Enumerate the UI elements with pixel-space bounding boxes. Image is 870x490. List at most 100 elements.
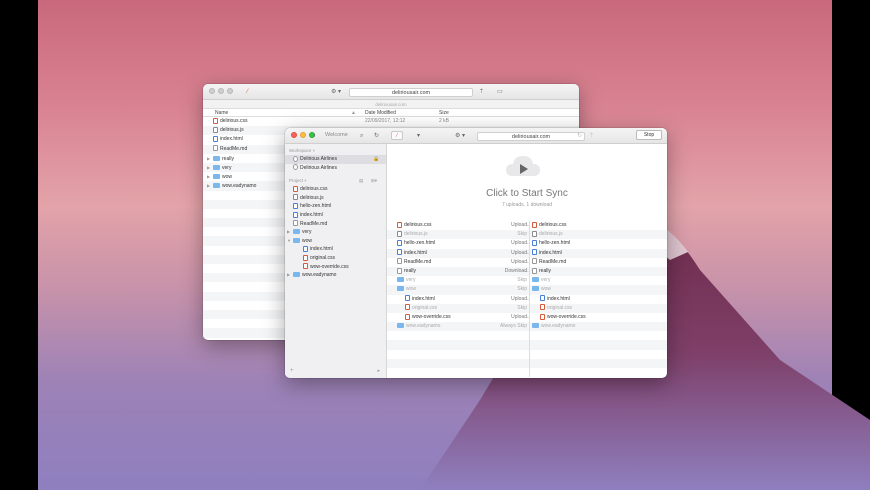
disclosure-triangle-icon[interactable]: ▶	[287, 228, 290, 237]
disclosure-triangle-icon[interactable]: ▶	[287, 271, 290, 280]
close-button[interactable]	[209, 88, 215, 94]
css-file-icon	[303, 263, 308, 270]
disclosure-triangle-icon[interactable]: ▼	[287, 237, 291, 246]
project-item[interactable]: delirious.css	[285, 185, 386, 194]
remote-file-cell: hello-zen.html	[529, 239, 570, 249]
back-window-traffic-lights	[209, 88, 233, 94]
project-item[interactable]: original.css	[285, 254, 386, 263]
search-icon[interactable]: ⌕	[360, 132, 363, 140]
front-url-field[interactable]: deliriousair.com	[477, 132, 585, 141]
project-item[interactable]: ▶ wow.eadynamo	[285, 271, 386, 280]
project-item-label: delirious.js	[300, 194, 324, 201]
reload-icon[interactable]: ↻	[577, 132, 582, 140]
stop-button[interactable]: Stop	[636, 130, 662, 140]
sync-row[interactable]: original.css Skip original.css	[387, 303, 667, 313]
sync-action[interactable]: Upload	[483, 249, 527, 258]
zoom-button[interactable]	[227, 88, 233, 94]
upload-icon[interactable]: ⇡	[589, 132, 594, 140]
screen-bezel-left	[0, 0, 38, 490]
refresh-icon[interactable]: ↻	[374, 132, 379, 140]
local-file-name: ReadMe.md	[404, 258, 432, 265]
remote-file-name: original.css	[547, 304, 573, 311]
minimize-button[interactable]	[300, 132, 306, 138]
chevron-down-icon[interactable]: ▾	[304, 178, 306, 183]
sync-row[interactable]: index.html Upload → index.html	[387, 248, 667, 258]
back-url-field[interactable]: deliriousair.com	[349, 88, 473, 97]
project-item[interactable]: delirious.js	[285, 194, 386, 203]
sync-row[interactable]: very Skip very	[387, 276, 667, 286]
folder-icon	[213, 155, 220, 161]
cloud-sync-icon[interactable]	[504, 152, 542, 182]
trash-icon[interactable]: ▤	[359, 177, 363, 185]
sync-row[interactable]: wow-override.css Upload → wow-override.css	[387, 312, 667, 323]
project-item[interactable]: index.html	[285, 211, 386, 220]
local-file-name: wow.eadynamo	[406, 323, 441, 330]
remote-file-name: very	[541, 277, 551, 284]
sync-row[interactable]: ReadMe.md Upload → ReadMe.md	[387, 257, 667, 267]
project-item[interactable]: ReadMe.md	[285, 220, 386, 229]
remote-file-cell	[529, 358, 532, 368]
sidebar: Workspace ▾ Delirious Airlines 🔒 Delirio…	[285, 144, 387, 378]
project-item-label: ReadMe.md	[300, 220, 328, 227]
project-item[interactable]: ▶ very	[285, 228, 386, 237]
upload-icon[interactable]: ⇡	[479, 88, 484, 96]
start-sync-title[interactable]: Click to Start Sync	[387, 188, 667, 199]
sync-action[interactable]: Upload	[483, 239, 527, 248]
project-header-label: Project	[289, 178, 304, 184]
project-item[interactable]: ▼ wow	[285, 237, 386, 246]
front-window-traffic-lights	[291, 132, 315, 138]
sync-action[interactable]: Always Skip	[483, 322, 527, 331]
sync-action[interactable]: Download	[483, 267, 527, 276]
project-item[interactable]: wow-override.css	[285, 263, 386, 272]
gear-menu-icon[interactable]: ⚙ ▾	[455, 132, 465, 140]
remote-file-name: wow-override.css	[547, 313, 586, 320]
feather-icon[interactable]: ⁄	[247, 88, 248, 96]
sidebar-toggle-icon[interactable]: ◐	[313, 132, 317, 140]
gear-menu-icon[interactable]: ⚙ ▾	[331, 88, 341, 96]
project-item[interactable]: index.html	[285, 245, 386, 254]
sync-row[interactable]: delirious.css Upload → delirious.css	[387, 221, 667, 231]
column-name[interactable]: Name	[215, 109, 228, 117]
workspace-item-0[interactable]: Delirious Airlines 🔒	[285, 155, 386, 164]
sync-panel: Click to Start Sync 7 uploads, 1 downloa…	[387, 144, 667, 378]
feather-button[interactable]: ⁄	[391, 131, 403, 140]
local-file-name: index.html	[412, 295, 435, 302]
sync-action[interactable]: Upload	[483, 258, 527, 267]
doc-file-icon	[532, 267, 537, 274]
add-icon[interactable]: ⊞▾	[371, 177, 377, 185]
column-size[interactable]: Size	[439, 109, 449, 117]
sync-action[interactable]: Skip	[483, 304, 527, 313]
sync-row[interactable]: wow.eadynamo Always Skip wow.eadynamo	[387, 322, 667, 332]
remote-file-name: index.html	[547, 295, 570, 302]
sync-row[interactable]: really Download ← really	[387, 266, 667, 277]
sync-row[interactable]: index.html Upload → index.html	[387, 294, 667, 304]
sync-action[interactable]: Upload	[483, 295, 527, 304]
scroll-right-icon[interactable]: ▸	[377, 368, 380, 374]
sync-row[interactable]: wow Skip wow	[387, 285, 667, 295]
table-row[interactable]: delirious.css 22/09/2017, 12:12 2 kB	[203, 117, 579, 126]
minimize-button[interactable]	[218, 88, 224, 94]
project-item[interactable]: hello-zen.html	[285, 202, 386, 211]
sidebar-toggle-icon[interactable]: ▭	[497, 88, 503, 96]
sync-row[interactable]: delirious.js Skip delirious.js	[387, 230, 667, 240]
back-window-titlebar: ⁄ ⚙ ▾ deliriousair.com ⇡ ▭	[203, 84, 579, 100]
remote-file-cell	[529, 340, 532, 350]
folder-icon	[213, 165, 220, 171]
remote-file-cell: index.html	[529, 294, 570, 304]
remote-file-cell: really	[529, 266, 551, 277]
chevron-down-icon[interactable]: ▾	[417, 132, 420, 140]
add-file-icon[interactable]: +	[290, 368, 294, 374]
project-item-label: wow.eadynamo	[302, 272, 337, 279]
workspace-item-1[interactable]: Delirious Airlines	[285, 164, 386, 173]
sync-action[interactable]: Skip	[483, 285, 527, 294]
sync-action[interactable]: Skip	[483, 230, 527, 239]
sync-action[interactable]: Skip	[483, 276, 527, 285]
close-button[interactable]	[291, 132, 297, 138]
column-date[interactable]: Date Modified	[365, 109, 396, 117]
sync-row[interactable]: hello-zen.html Upload → hello-zen.html	[387, 239, 667, 249]
sync-action[interactable]: Upload	[483, 221, 527, 230]
chevron-down-icon[interactable]: ▾	[313, 148, 315, 153]
css-file-icon	[213, 117, 218, 124]
remote-file-cell: delirious.js	[529, 230, 563, 240]
sync-action[interactable]: Upload	[483, 313, 527, 322]
